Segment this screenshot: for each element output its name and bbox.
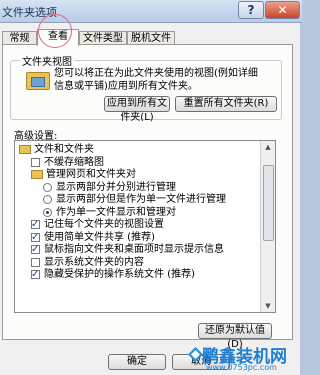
close-button[interactable]: ✕ [265,1,300,19]
setting-label: 显示系统文件夹的内容 [44,256,144,268]
setting-label: 管理网页和文件夹对 [46,169,136,180]
setting-label: 文件和文件夹 [34,144,94,155]
tab-file-types[interactable]: 文件类型 [79,31,127,45]
folder-icon [31,170,43,179]
advanced-settings-list: 文件和文件夹 不缓存缩略图 管理网页和文件夹对 显示两部分并分别进行管理 显示两部分但是… [14,140,276,313]
tab-view[interactable]: 查看 [37,29,79,46]
setting-label: 记住每个文件夹的视图设置 [44,219,164,230]
vertical-scrollbar[interactable]: ▲ ▼ [260,141,275,312]
setting-checkbox[interactable] [31,157,40,167]
tab-general[interactable]: 常规 [2,31,37,45]
restore-defaults-button[interactable]: 还原为默认值(D) [198,323,272,350]
watermark-url: www.0753pc.com [206,363,277,372]
setting-radio[interactable] [43,182,52,192]
setting-label: 使用简单文件共享 (推荐) [44,231,155,243]
setting-label: 鼠标指向文件夹和桌面项时显示提示信息 [44,244,224,255]
window-title: 文件夹选项 [2,6,57,19]
folder-views-icon [26,72,50,90]
help-button[interactable]: ? [238,1,264,19]
scroll-thumb[interactable] [263,165,274,241]
setting-label: 显示两部分但是作为单一文件进行管理 [56,194,226,205]
setting-label: 作为单一文件显示和管理对 [56,206,176,218]
scroll-down-arrow[interactable]: ▼ [261,300,275,312]
title-bar: 文件夹选项 ? ✕ [0,0,302,23]
scroll-up-arrow[interactable]: ▲ [261,141,275,153]
description-line-1: 您可以将正在为此文件夹使用的视图(例如详细 [54,68,258,79]
setting-label: 不缓存缩略图 [44,156,104,168]
ok-button[interactable]: 确定 [108,354,166,370]
apply-to-all-folders-button[interactable]: 应用到所有文件夹(L) [104,96,170,123]
setting-checkbox[interactable] [31,231,40,244]
setting-label: 隐藏受保护的操作系统文件 (推荐) [44,269,195,280]
setting-checkbox[interactable] [31,218,40,231]
setting-radio[interactable] [43,207,52,217]
setting-checkbox[interactable] [31,243,40,256]
reset-all-folders-button[interactable]: 重置所有文件夹(R) [175,96,277,112]
folder-views-description: 您可以将正在为此文件夹使用的视图(例如详细 信息或平铺)应用到所有文件夹。 [54,67,258,93]
site-watermark: 鹏鑫装机网 www.0753pc.com [188,342,302,375]
watermark-logo-icon [188,347,203,362]
folder-icon [19,145,31,154]
description-line-2: 信息或平铺)应用到所有文件夹。 [54,81,198,92]
tab-offline-files[interactable]: 脱机文件 [127,31,175,45]
setting-checkbox[interactable] [31,268,40,281]
setting-checkbox[interactable] [31,257,40,267]
setting-radio[interactable] [43,195,52,204]
setting-label: 显示两部分并分别进行管理 [56,181,176,193]
folder-views-legend: 文件夹视图 [20,53,74,68]
